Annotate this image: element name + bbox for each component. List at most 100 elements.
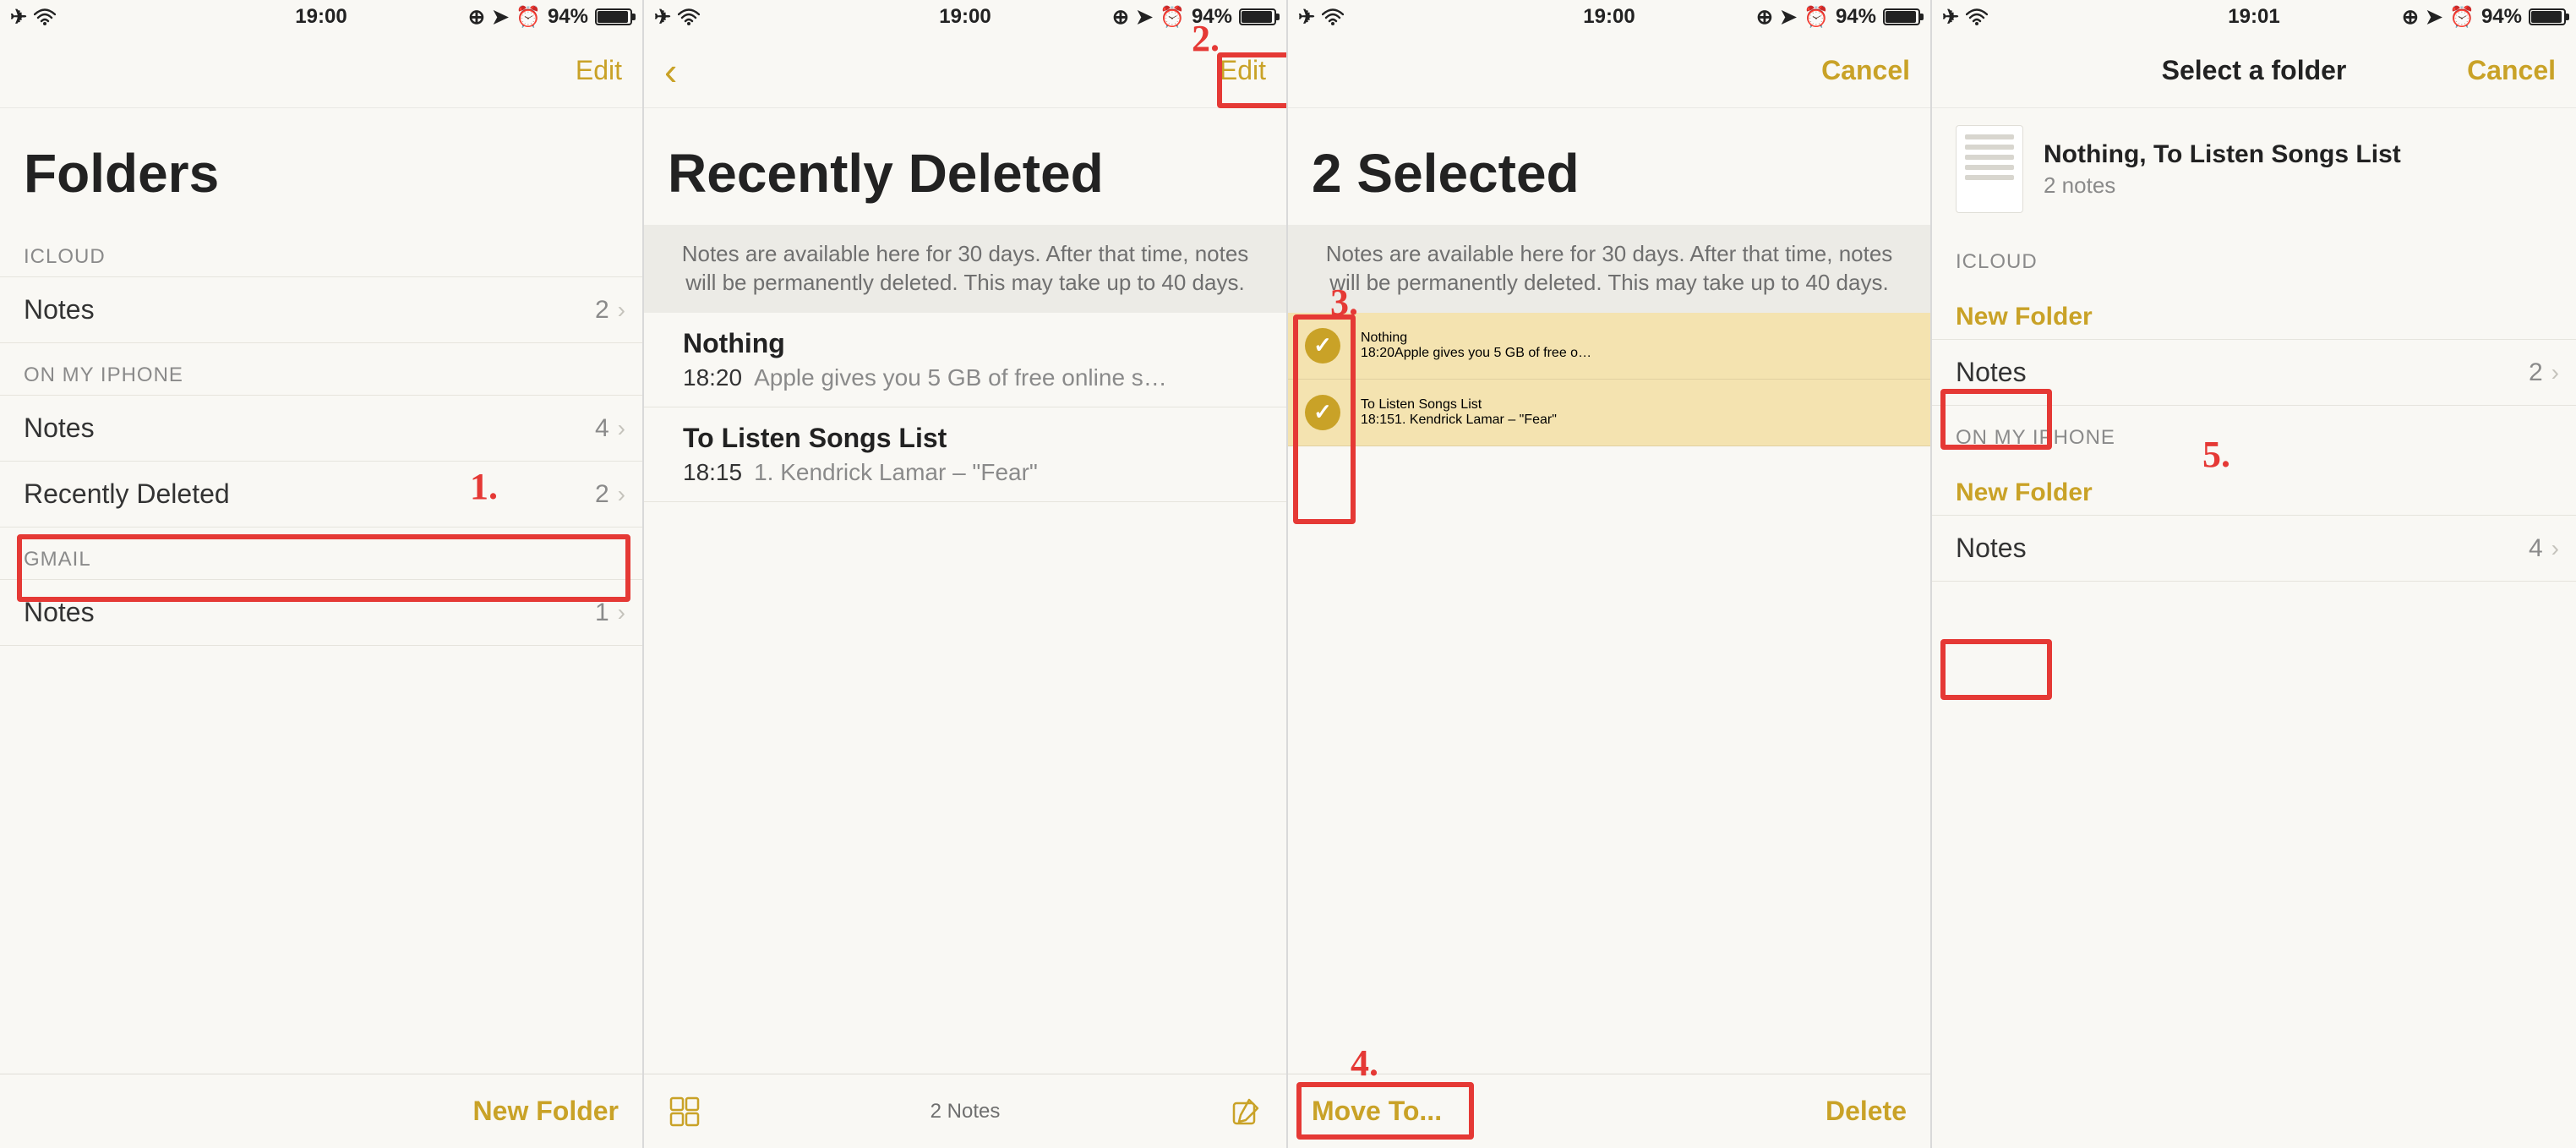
battery-icon (1883, 8, 1920, 25)
nav-bar: ‹ Edit (644, 34, 1286, 108)
row-count: 2 (595, 480, 609, 509)
toolbar: New Folder (0, 1074, 642, 1148)
pane-selected: ✈︎ 19:00 ⊕ ➤ ⏰ 94% Cancel 2 Selected Not… (1288, 0, 1932, 1148)
chevron-right-icon: › (618, 599, 625, 626)
summary-title: Nothing, To Listen Songs List (2044, 140, 2401, 169)
alarm-icon: ⏰ (1804, 5, 1829, 30)
chevron-right-icon: › (2551, 359, 2559, 386)
status-bar: ✈︎ 19:00 ⊕ ➤ ⏰ 94% (1288, 0, 1930, 34)
section-onmyiphone: ON MY IPHONE (0, 343, 642, 396)
row-label: Notes (24, 294, 95, 325)
note-title: To Listen Songs List (683, 423, 1263, 454)
wifi-icon (1322, 8, 1344, 25)
folder-row-icloud-notes[interactable]: Notes 2 › (1932, 339, 2576, 406)
status-bar: ✈︎ 19:00 ⊕ ➤ ⏰ 94% (644, 0, 1286, 34)
note-row-selected[interactable]: ✓ Nothing 18:20Apple gives you 5 GB of f… (1288, 313, 1930, 380)
chevron-right-icon: › (618, 297, 625, 324)
compass-icon: ⊕ (468, 5, 485, 30)
note-row[interactable]: To Listen Songs List 18:151. Kendrick La… (644, 407, 1286, 502)
selection-check-icon[interactable]: ✓ (1305, 328, 1340, 364)
move-to-button[interactable]: Move To... (1312, 1096, 1442, 1127)
row-label: Notes (24, 597, 95, 628)
annotation-highlight-5b (1940, 639, 2052, 700)
new-folder-link[interactable]: New Folder (1932, 282, 2576, 340)
location-icon: ➤ (492, 5, 509, 30)
section-gmail: GMAIL (0, 528, 642, 580)
cancel-button[interactable]: Cancel (2467, 55, 2556, 86)
folder-row-icloud-notes[interactable]: Notes 2 › (0, 276, 642, 343)
note-title: To Listen Songs List (1361, 397, 1907, 413)
airplane-mode-icon: ✈︎ (1942, 5, 1959, 30)
wifi-icon (1966, 8, 1988, 25)
page-title: Recently Deleted (644, 108, 1286, 225)
folder-row-omp-notes[interactable]: Notes 4› (1932, 515, 2576, 582)
note-time: 18:20 (683, 364, 742, 391)
back-button[interactable]: ‹ (664, 52, 677, 90)
row-label: Notes (1956, 533, 2027, 564)
nav-bar: Cancel (1288, 34, 1930, 108)
deletion-banner: Notes are available here for 30 days. Af… (1288, 225, 1930, 313)
section-icloud: ICLOUD (0, 225, 642, 277)
pane-select-folder: ✈︎ 19:01 ⊕ ➤ ⏰ 94% Select a folder Cance… (1932, 0, 2576, 1148)
folder-row-gmail-notes[interactable]: Notes 1 › (0, 579, 642, 646)
compass-icon: ⊕ (1112, 5, 1129, 30)
note-row[interactable]: Nothing 18:20 Apple gives you 5 GB of fre… (644, 313, 1286, 407)
status-bar: ✈︎ 19:00 ⊕ ➤ ⏰ 94% (0, 0, 642, 34)
note-time: 18:20 (1361, 346, 1394, 360)
wifi-icon (34, 8, 56, 25)
chevron-right-icon: › (618, 415, 625, 442)
page-title: 2 Selected (1288, 108, 1930, 225)
alarm-icon: ⏰ (1160, 5, 1185, 30)
note-title: Nothing (683, 328, 1263, 359)
location-icon: ➤ (1136, 5, 1153, 30)
chevron-right-icon: › (618, 481, 625, 508)
note-time: 18:15 (1361, 413, 1394, 427)
edit-button[interactable]: Edit (1220, 55, 1266, 86)
compose-icon[interactable] (1229, 1095, 1263, 1129)
status-bar: ✈︎ 19:01 ⊕ ➤ ⏰ 94% (1932, 0, 2576, 34)
toolbar: 2 Notes (644, 1074, 1286, 1148)
note-time: 18:15 (683, 459, 742, 485)
nav-bar: Select a folder Cancel (1932, 34, 2576, 108)
alarm-icon: ⏰ (2449, 5, 2475, 30)
battery-icon (2529, 8, 2566, 25)
section-onmyiphone: ON MY IPHONE (1932, 406, 2576, 458)
battery-percent: 94% (2481, 5, 2522, 29)
delete-button[interactable]: Delete (1826, 1096, 1907, 1127)
gallery-view-icon[interactable] (668, 1095, 701, 1129)
folder-row-omp-notes[interactable]: Notes 4› (0, 395, 642, 462)
toolbar: Move To... Delete (1288, 1074, 1930, 1148)
row-label: Notes (24, 413, 95, 444)
compass-icon: ⊕ (1756, 5, 1773, 30)
chevron-right-icon: › (2551, 535, 2559, 562)
new-folder-button[interactable]: New Folder (473, 1096, 619, 1127)
folder-row-recently-deleted[interactable]: Recently Deleted 2 › (0, 461, 642, 528)
row-count: 1 (595, 599, 609, 627)
pane-recently-deleted: ✈︎ 19:00 ⊕ ➤ ⏰ 94% ‹ Edit Recently Delet… (644, 0, 1288, 1148)
note-row-selected[interactable]: ✓ To Listen Songs List 18:151. Kendrick … (1288, 380, 1930, 446)
airplane-mode-icon: ✈︎ (1298, 5, 1315, 30)
edit-button[interactable]: Edit (576, 55, 622, 86)
airplane-mode-icon: ✈︎ (654, 5, 671, 30)
battery-percent: 94% (1192, 5, 1232, 29)
battery-percent: 94% (548, 5, 588, 29)
cancel-button[interactable]: Cancel (1821, 55, 1910, 86)
page-title: Folders (0, 108, 642, 225)
selected-notes-summary: Nothing, To Listen Songs List 2 notes (1932, 108, 2576, 230)
wifi-icon (678, 8, 700, 25)
battery-percent: 94% (1836, 5, 1876, 29)
note-title: Nothing (1361, 331, 1907, 346)
deletion-banner: Notes are available here for 30 days. Af… (644, 225, 1286, 313)
note-preview: Apple gives you 5 GB of free online s… (754, 364, 1167, 391)
note-preview: 1. Kendrick Lamar – "Fear" (1394, 413, 1557, 427)
section-icloud: ICLOUD (1932, 230, 2576, 282)
selection-check-icon[interactable]: ✓ (1305, 395, 1340, 430)
new-folder-link[interactable]: New Folder (1932, 458, 2576, 516)
row-label: Recently Deleted (24, 478, 230, 510)
row-count: 2 (2529, 358, 2543, 387)
airplane-mode-icon: ✈︎ (10, 5, 27, 30)
row-label: Notes (1956, 357, 2027, 388)
row-count: 2 (595, 296, 609, 325)
location-icon: ➤ (1780, 5, 1797, 30)
battery-icon (1239, 8, 1276, 25)
